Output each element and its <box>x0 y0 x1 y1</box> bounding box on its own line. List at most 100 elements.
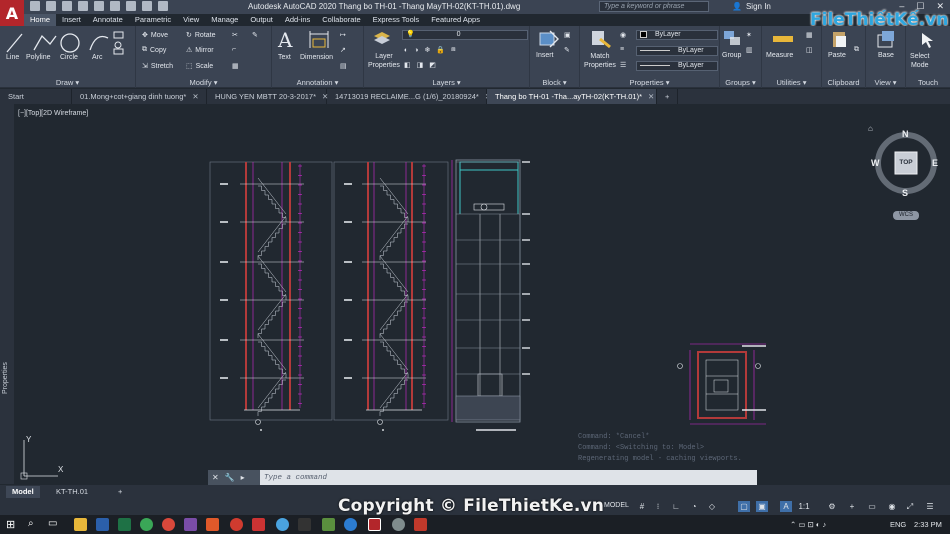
customize-status-icon[interactable]: ☰ <box>924 501 936 512</box>
copy-clip-icon[interactable]: ⧉ <box>854 46 859 54</box>
open-icon[interactable] <box>46 1 56 11</box>
app-icon-6[interactable] <box>322 518 335 531</box>
text-icon[interactable]: A <box>278 28 292 52</box>
ribbon-tab-view[interactable]: View <box>177 14 205 26</box>
word-icon[interactable] <box>96 518 109 531</box>
view-panel-title[interactable]: View ▾ <box>866 78 905 87</box>
paste-button[interactable]: Paste <box>828 52 846 59</box>
arc-button[interactable]: Arc <box>92 54 103 61</box>
ribbon-tab-insert[interactable]: Insert <box>56 14 87 26</box>
excel-icon[interactable] <box>118 518 131 531</box>
ribbon-tab-manage[interactable]: Manage <box>205 14 244 26</box>
task-view-icon[interactable]: ▭ <box>48 518 61 531</box>
compass-south[interactable]: S <box>902 188 908 198</box>
document-tab[interactable]: Start <box>0 89 72 104</box>
polyline-button[interactable]: Polyline <box>26 54 51 61</box>
system-tray-icons[interactable]: ⌃ ▭ ⊡ ◐ ♪ <box>790 520 826 529</box>
dimension-icon[interactable] <box>308 30 330 50</box>
ortho-icon[interactable]: ∟ <box>670 501 682 512</box>
base-view-icon[interactable] <box>876 29 896 49</box>
create-block-icon[interactable]: ▣ <box>564 31 571 39</box>
group-button[interactable]: Group <box>722 52 741 59</box>
edge-icon[interactable] <box>344 518 357 531</box>
autocad-taskbar-icon[interactable] <box>368 518 381 531</box>
layout-tab[interactable]: KT-TH.01 <box>50 486 94 498</box>
annotation-panel-title[interactable]: Annotation ▾ <box>272 78 363 87</box>
new-tab-button[interactable]: + <box>657 89 679 104</box>
add-icon[interactable]: + <box>846 501 858 512</box>
save-icon[interactable] <box>62 1 72 11</box>
app-icon-8[interactable] <box>414 518 427 531</box>
linear-dim-icon[interactable]: ↦ <box>340 31 346 39</box>
search-input[interactable]: Type a keyword or phrase <box>599 1 709 12</box>
undo-icon[interactable] <box>126 1 136 11</box>
linetype-dropdown[interactable]: ByLayer <box>636 46 718 56</box>
base-button[interactable]: Base <box>878 52 894 59</box>
close-command-icon[interactable]: ✕ <box>212 473 219 482</box>
document-tab[interactable]: 01.Mong+cot+giang dinh tuong* ✕ <box>72 89 207 104</box>
layer-lock-icon[interactable]: 🔒 <box>436 46 445 54</box>
layer-state-icon[interactable]: ◩ <box>429 61 436 69</box>
utilities-panel-title[interactable]: Utilities ▾ <box>762 78 821 87</box>
print-icon[interactable] <box>110 1 120 11</box>
recent-commands-icon[interactable]: ▸ <box>241 473 245 482</box>
layer-isolate-icon[interactable]: ◑ <box>414 47 418 54</box>
properties-panel-title[interactable]: Properties ▾ <box>580 78 719 87</box>
command-input[interactable]: Type a command <box>260 474 757 482</box>
ribbon-tab-featured-apps[interactable]: Featured Apps <box>425 14 486 26</box>
model-space-button[interactable]: MODEL <box>604 502 629 509</box>
layer-freeze-icon[interactable]: ❄ <box>424 46 430 54</box>
layer-walk-icon[interactable]: ◧ <box>404 61 411 69</box>
scale-button[interactable]: ⬚ Scale <box>186 62 213 71</box>
insert-icon[interactable] <box>538 29 560 49</box>
select-mode-icon[interactable] <box>916 29 936 49</box>
color-dropdown[interactable]: ByLayer <box>636 30 718 40</box>
modify-panel-title[interactable]: Modify ▾ <box>136 78 271 87</box>
document-tab[interactable]: 14713019 RECLAIME...G (1/6)_20180924*✕ <box>327 89 491 104</box>
isolate-objects-icon[interactable]: ◉ <box>886 501 898 512</box>
ribbon-tab-home[interactable]: Home <box>24 14 57 26</box>
groups-panel-title[interactable]: Groups ▾ <box>720 78 761 87</box>
app-icon-7[interactable] <box>392 518 405 531</box>
list-icon[interactable]: ☰ <box>620 61 626 69</box>
circle-button[interactable]: Circle <box>60 54 78 61</box>
array-button[interactable]: ▦ <box>232 62 239 70</box>
layer-properties-button[interactable]: Layer Properties <box>368 52 400 70</box>
viewport-controls-label[interactable]: [−][Top][2D Wireframe] <box>18 110 88 117</box>
ribbon-tab-parametric[interactable]: Parametric <box>129 14 177 26</box>
customize-command-icon[interactable]: 🔧 <box>225 473 235 482</box>
layer-match-icon[interactable]: ⧈ <box>451 46 455 54</box>
viewcube[interactable]: TOP N S E W <box>871 127 941 198</box>
paste-icon[interactable] <box>830 29 850 49</box>
command-line[interactable]: ✕ 🔧 ▸ Type a command <box>208 470 757 485</box>
annotation-scale[interactable]: 1:1 <box>796 501 812 512</box>
document-tab[interactable]: Thang bo TH-01 -Tha...ayTH-02(KT-TH.01)*… <box>487 89 657 104</box>
ribbon-tab-express-tools[interactable]: Express Tools <box>367 14 426 26</box>
ungroup-icon[interactable]: ✶ <box>746 31 752 39</box>
layer-off-icon[interactable]: ◐ <box>404 47 408 54</box>
document-tab[interactable]: HUNG YEN MBTT 20-3-2017* ✕ <box>207 89 328 104</box>
app-icon-5[interactable] <box>298 518 311 531</box>
drawing-canvas[interactable]: Y X <box>14 104 950 484</box>
group-icon[interactable] <box>722 29 742 49</box>
rotate-button[interactable]: ↻ Rotate <box>186 31 216 40</box>
fillet-button[interactable]: ⌐ <box>232 46 236 53</box>
otrack-icon[interactable]: ▣ <box>756 501 768 512</box>
polar-icon[interactable]: ◔ <box>688 501 700 512</box>
osnap-icon[interactable]: ▢ <box>738 501 750 512</box>
pdf-icon[interactable] <box>252 518 265 531</box>
language-indicator[interactable]: ENG <box>890 520 906 529</box>
redo-icon[interactable] <box>142 1 152 11</box>
insert-button[interactable]: Insert <box>536 52 554 59</box>
app-icon-4[interactable] <box>276 518 289 531</box>
sign-in-button[interactable]: 👤 Sign In <box>732 2 771 11</box>
measure-button[interactable]: Measure <box>766 52 793 59</box>
home-view-icon[interactable]: ⌂ <box>868 124 873 133</box>
layer-copy-icon[interactable]: ◨ <box>417 61 424 69</box>
mirror-button[interactable]: ⚠ Mirror <box>186 46 214 55</box>
leader-icon[interactable]: ↗ <box>340 46 346 54</box>
ribbon-tab-output[interactable]: Output <box>244 14 279 26</box>
add-layout-button[interactable]: + <box>112 486 128 498</box>
quick-select-icon[interactable]: ◫ <box>806 46 813 54</box>
compass-east[interactable]: E <box>932 158 938 168</box>
